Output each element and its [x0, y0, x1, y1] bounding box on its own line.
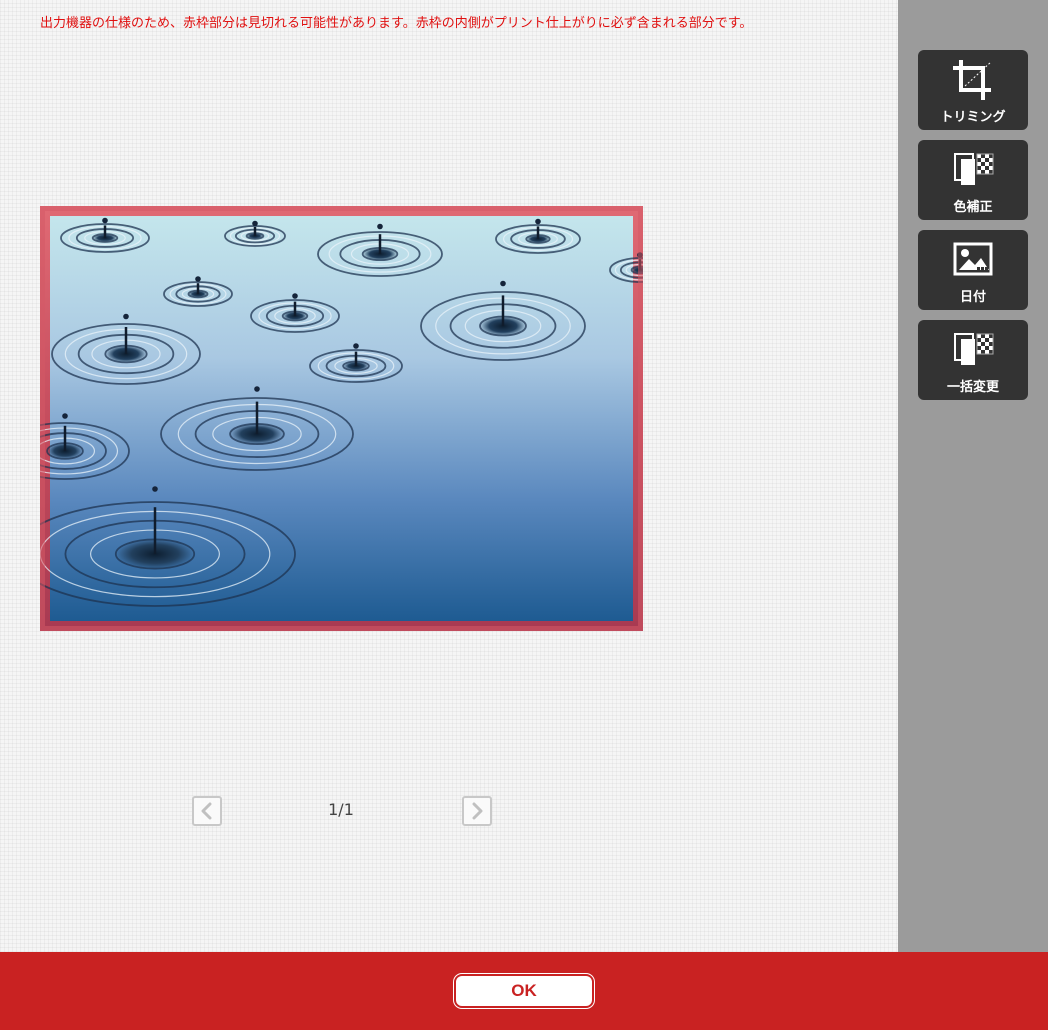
batch-change-icon: [954, 333, 994, 365]
page-indicator: 1/1: [328, 800, 354, 819]
editor-workspace: 出力機器の仕様のため、赤枠部分は見切れる可能性があります。赤枠の内側がプリント仕…: [0, 0, 898, 952]
photo-image: [40, 206, 643, 631]
color-correction-label: 色補正: [953, 200, 993, 215]
photo-preview[interactable]: [40, 206, 643, 631]
chevron-left-icon: [201, 802, 212, 820]
footer-bar: OK: [0, 952, 1048, 1030]
date-button[interactable]: 日付: [918, 230, 1028, 310]
date-label: 日付: [959, 290, 986, 305]
color-correction-button[interactable]: 色補正: [918, 140, 1028, 220]
date-image-icon: [953, 242, 993, 276]
batch-change-button[interactable]: 一括変更: [918, 320, 1028, 400]
trimming-button[interactable]: トリミング: [918, 50, 1028, 130]
crop-icon: [953, 60, 992, 100]
color-correction-icon: [954, 153, 994, 185]
tool-sidebar: トリミング 色補正 日付 一括変更: [898, 0, 1048, 952]
batch-change-label: 一括変更: [946, 380, 999, 395]
trimming-label: トリミング: [940, 110, 1006, 125]
previous-page-button[interactable]: [192, 796, 222, 826]
next-page-button[interactable]: [462, 796, 492, 826]
ok-button[interactable]: OK: [454, 974, 594, 1008]
chevron-right-icon: [472, 802, 483, 820]
print-area-notice: 出力機器の仕様のため、赤枠部分は見切れる可能性があります。赤枠の内側がプリント仕…: [40, 16, 753, 31]
